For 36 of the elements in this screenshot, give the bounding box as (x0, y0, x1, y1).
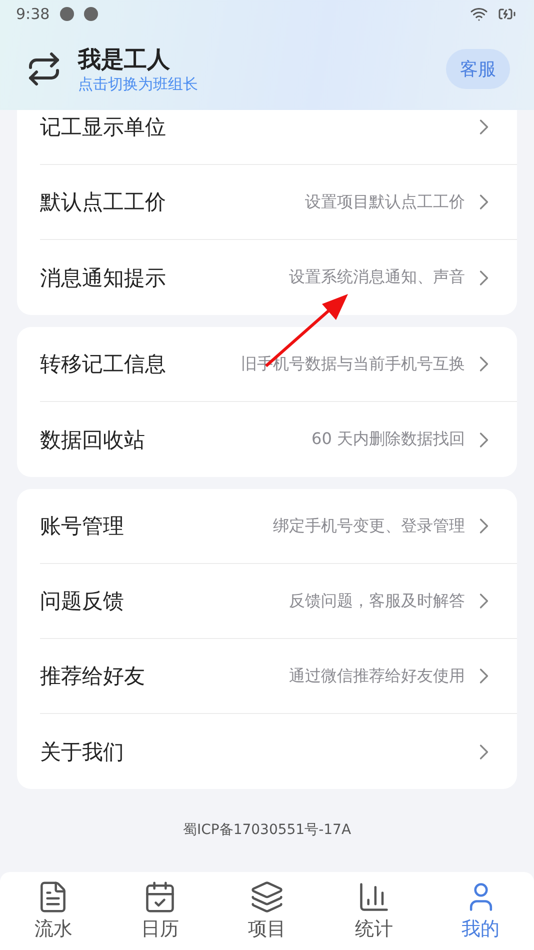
settings-row[interactable]: 默认点工工价 设置项目默认点工工价 (40, 165, 517, 240)
row-hint: 反馈问题，客服及时解答 (289, 590, 465, 612)
row-hint: 设置系统消息通知、声音 (289, 267, 465, 288)
settings-row[interactable]: 问题反馈 反馈问题，客服及时解答 (40, 564, 517, 639)
tab-bar-item[interactable]: 项目 (214, 872, 320, 950)
settings-row[interactable]: 账号管理 绑定手机号变更、登录管理 (40, 489, 517, 564)
tab-bar-item[interactable]: 流水 (0, 872, 107, 950)
row-label: 数据回收站 (40, 426, 146, 454)
role-title: 我是工人 (78, 46, 171, 75)
row-label: 记工显示单位 (40, 114, 167, 141)
row-label: 默认点工工价 (40, 189, 167, 216)
row-label: 推荐给好友 (40, 663, 146, 690)
settings-row[interactable]: 关于我们 (40, 714, 517, 789)
wifi-icon (470, 5, 488, 23)
tab-bar-item[interactable]: 我的 (427, 872, 534, 950)
tab-bar-item[interactable]: 日历 (106, 872, 214, 950)
settings-row[interactable]: 数据回收站 60 天内删除数据找回 (40, 402, 517, 477)
row-hint: 通过微信推荐给好友使用 (289, 666, 465, 686)
icp-number: 蜀ICP备17030551号-17A (182, 822, 352, 838)
row-hint: 设置项目默认点工工价 (305, 192, 465, 212)
row-label: 消息通知提示 (40, 264, 167, 292)
layers-icon (250, 880, 284, 914)
row-label: 问题反馈 (40, 588, 125, 615)
notification-icon (84, 7, 98, 21)
row-label: 关于我们 (40, 738, 125, 766)
settings-row[interactable]: 记工显示单位 (40, 110, 517, 165)
tab-bar-item[interactable]: 统计 (320, 872, 428, 950)
settings-row[interactable]: 消息通知提示 设置系统消息通知、声音 (40, 240, 517, 315)
switch-icon[interactable] (26, 51, 62, 87)
settings-row[interactable]: 推荐给好友 通过微信推荐给好友使用 (40, 639, 517, 714)
notification-icon (60, 7, 74, 21)
row-label: 转移记工信息 (40, 351, 167, 378)
row-hint: 60 天内删除数据找回 (312, 429, 465, 450)
row-hint: 绑定手机号变更、登录管理 (273, 516, 465, 536)
row-label: 账号管理 (40, 513, 125, 540)
status-time: 9:38 (16, 5, 50, 23)
